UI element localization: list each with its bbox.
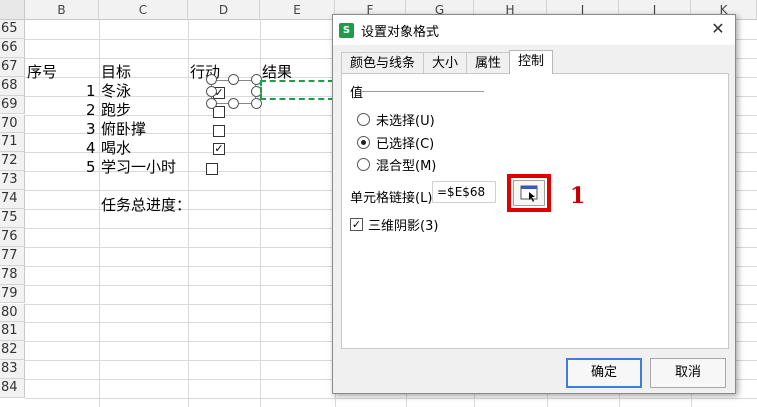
- row-header-68[interactable]: 68: [0, 76, 25, 96]
- format-object-dialog: S 设置对象格式 ✕ 颜色与线条 大小 属性 控制 值 未选择(U) 已选择(C…: [332, 14, 736, 394]
- resize-handle-l[interactable]: [206, 86, 217, 97]
- progress-label[interactable]: 任务总进度：: [101, 196, 191, 214]
- tab-size[interactable]: 大小: [423, 52, 468, 74]
- item-no-4[interactable]: 4: [86, 139, 96, 157]
- dialog-titlebar[interactable]: S 设置对象格式: [333, 15, 735, 45]
- item-goal-5[interactable]: 学习一小时: [101, 158, 176, 176]
- checkbox-item-5[interactable]: [206, 163, 218, 175]
- row-header-78[interactable]: 78: [0, 265, 25, 285]
- row-header-80[interactable]: 80: [0, 303, 25, 323]
- control-tab-panel: 值 未选择(U) 已选择(C) 混合型(M) 单元格链接(L): =$E$68 …: [341, 73, 729, 349]
- column-header-b[interactable]: B: [25, 0, 99, 20]
- select-all-corner[interactable]: [0, 0, 25, 20]
- radio-unchecked[interactable]: 未选择(U): [357, 110, 435, 129]
- row-header-67[interactable]: 67: [0, 57, 25, 77]
- header-cell-goal[interactable]: 目标: [101, 63, 131, 81]
- dialog-title: 设置对象格式: [361, 24, 440, 40]
- radio-checked[interactable]: 已选择(C): [357, 133, 434, 152]
- tab-control[interactable]: 控制: [509, 50, 554, 74]
- header-cell-result[interactable]: 结果: [262, 63, 292, 81]
- resize-handle-tl[interactable]: [206, 74, 217, 85]
- row-header-81[interactable]: 81: [0, 322, 25, 342]
- checkbox-item-3[interactable]: [213, 125, 225, 137]
- radio-mixed[interactable]: 混合型(M): [357, 155, 436, 174]
- item-goal-4[interactable]: 喝水: [101, 139, 131, 157]
- row-header-83[interactable]: 83: [0, 360, 25, 380]
- row-header-77[interactable]: 77: [0, 246, 25, 266]
- row-header-73[interactable]: 73: [0, 171, 25, 191]
- row-header-82[interactable]: 82: [0, 341, 25, 361]
- radio-checked-label: 已选择(C): [376, 137, 435, 152]
- item-no-5[interactable]: 5: [86, 158, 96, 176]
- radio-mixed-label: 混合型(M): [376, 159, 437, 174]
- item-goal-2[interactable]: 跑步: [101, 101, 131, 119]
- item-no-1[interactable]: 1: [86, 82, 96, 100]
- header-cell-no[interactable]: 序号: [27, 63, 57, 81]
- row-header-75[interactable]: 75: [0, 209, 25, 228]
- row-header-71[interactable]: 71: [0, 133, 25, 153]
- column-header-e[interactable]: E: [260, 0, 335, 20]
- row-header-84[interactable]: 84: [0, 379, 25, 398]
- checkbox-checked-icon: ✓: [350, 218, 363, 231]
- item-no-2[interactable]: 2: [86, 101, 96, 119]
- radio-circle-icon: [357, 113, 370, 126]
- radio-selected-icon: [357, 136, 370, 149]
- tab-properties[interactable]: 属性: [466, 52, 511, 74]
- resize-handle-b[interactable]: [228, 98, 239, 109]
- ok-button[interactable]: 确定: [566, 358, 642, 388]
- resize-handle-t[interactable]: [228, 74, 239, 85]
- cancel-button[interactable]: 取消: [650, 358, 726, 388]
- 3d-shading-label: 三维阴影(3): [368, 219, 439, 234]
- radio-unchecked-label: 未选择(U): [376, 114, 435, 129]
- row-header-74[interactable]: 74: [0, 190, 25, 209]
- highlight-box: [507, 174, 551, 212]
- item-goal-3[interactable]: 俯卧撑: [101, 120, 146, 138]
- row-header-79[interactable]: 79: [0, 284, 25, 304]
- close-icon[interactable]: ✕: [709, 20, 727, 38]
- item-no-3[interactable]: 3: [86, 120, 96, 138]
- 3d-shading-checkbox[interactable]: ✓ 三维阴影(3): [350, 215, 438, 234]
- row-header-66[interactable]: 66: [0, 38, 25, 58]
- dialog-tabs: 颜色与线条 大小 属性 控制: [341, 50, 554, 74]
- cell-link-input[interactable]: =$E$68: [432, 181, 496, 203]
- app-logo-icon: S: [339, 22, 354, 38]
- column-header-c[interactable]: C: [99, 0, 188, 20]
- row-header-72[interactable]: 72: [0, 152, 25, 172]
- resize-handle-bl[interactable]: [206, 98, 217, 109]
- row-header-76[interactable]: 76: [0, 227, 25, 247]
- row-header-70[interactable]: 70: [0, 114, 25, 134]
- row-header-69[interactable]: 69: [0, 95, 25, 115]
- tab-colors-lines[interactable]: 颜色与线条: [341, 52, 425, 74]
- group-divider: [362, 91, 484, 92]
- cell-link-label: 单元格链接(L):: [350, 191, 437, 206]
- item-goal-1[interactable]: 冬泳: [101, 82, 131, 100]
- checkbox-item-4[interactable]: ✓: [213, 143, 225, 155]
- annotation-label-1: 1: [570, 183, 586, 209]
- gridline: [25, 398, 757, 399]
- linked-cell-e68-marquee: [260, 80, 334, 100]
- row-header-65[interactable]: 65: [0, 20, 25, 39]
- column-header-d[interactable]: D: [188, 0, 260, 20]
- radio-circle-icon: [357, 158, 370, 171]
